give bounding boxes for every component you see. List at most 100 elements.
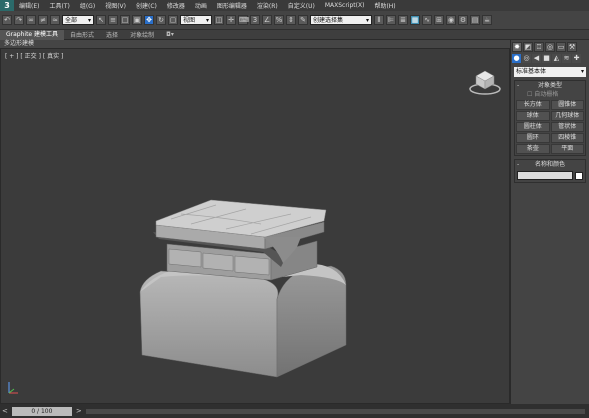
menu-edit[interactable]: 编辑(E) <box>14 1 44 10</box>
timeline-prev-icon[interactable]: < <box>2 407 8 415</box>
chevron-down-icon: ▾ <box>580 68 584 75</box>
plane-button[interactable]: 平面 <box>550 144 584 154</box>
modify-tab-icon[interactable]: ◩ <box>523 42 533 52</box>
sphere-button[interactable]: 球体 <box>516 111 550 121</box>
menu-tools[interactable]: 工具(T) <box>44 1 74 10</box>
redo-icon[interactable]: ↷ <box>14 15 24 25</box>
schematic-view-icon[interactable]: ⊞ <box>434 15 444 25</box>
menu-view[interactable]: 视图(V) <box>100 1 131 10</box>
undo-icon[interactable]: ↶ <box>2 15 12 25</box>
hierarchy-tab-icon[interactable]: ♖ <box>534 42 544 52</box>
object-name-input[interactable] <box>517 171 573 180</box>
keyboard-shortcut-icon[interactable]: ⌨ <box>238 15 249 25</box>
timeline-track[interactable] <box>85 408 585 414</box>
cylinder-button[interactable]: 圆柱体 <box>516 122 550 132</box>
helpers-icon[interactable]: ◭ <box>552 54 561 63</box>
spinner-snap-icon[interactable]: ⇕ <box>286 15 296 25</box>
name-color-header[interactable]: - 名称和颜色 <box>515 160 585 169</box>
primitive-buttons: 长方体 圆锥体 球体 几何球体 圆柱体 管状体 圆环 四棱锥 茶壶 平面 <box>515 99 585 155</box>
cameras-icon[interactable]: ■ <box>542 54 551 63</box>
create-tab-icon[interactable]: ✸ <box>512 42 522 52</box>
layer-manager-icon[interactable]: ≣ <box>398 15 408 25</box>
display-tab-icon[interactable]: ▭ <box>556 42 566 52</box>
render-icon[interactable]: ☕ <box>482 15 492 25</box>
spacewarps-icon[interactable]: ≋ <box>562 54 571 63</box>
snap-toggle-icon[interactable]: 3 <box>250 15 260 25</box>
timeline-next-icon[interactable]: > <box>76 407 82 415</box>
category-dropdown[interactable]: 标准基本体 ▾ <box>514 67 586 77</box>
select-object-icon[interactable]: ↖ <box>96 15 106 25</box>
category-value: 标准基本体 <box>516 68 547 75</box>
graphite-tools-icon[interactable]: ▦ <box>410 15 420 25</box>
shapes-icon[interactable]: ◎ <box>522 54 531 63</box>
tab-object-paint[interactable]: 对象绘制 <box>124 30 160 39</box>
object-type-rollout: - 对象类型 ☐ 自动栅格 长方体 圆锥体 球体 几何球体 圆柱体 管状体 圆环 … <box>514 80 586 156</box>
geometry-icon[interactable]: ● <box>512 54 521 63</box>
percent-snap-icon[interactable]: % <box>274 15 284 25</box>
select-rotate-icon[interactable]: ↻ <box>156 15 166 25</box>
viewport-perspective[interactable]: [ + ] [ 正交 ] [ 真实 ] <box>0 48 510 404</box>
object-color-swatch[interactable] <box>575 171 583 180</box>
menu-modifiers[interactable]: 修改器 <box>162 1 190 10</box>
link-icon[interactable]: ∞ <box>26 15 36 25</box>
box-button[interactable]: 长方体 <box>516 100 550 110</box>
systems-icon[interactable]: ✚ <box>572 54 581 63</box>
menu-help[interactable]: 帮助(H) <box>369 1 400 10</box>
time-slider-bar: < 0 / 100 > <box>0 404 589 418</box>
unlink-icon[interactable]: ≠ <box>38 15 48 25</box>
autogrid-checkbox[interactable]: ☐ 自动栅格 <box>515 90 585 99</box>
curve-editor-icon[interactable]: ∿ <box>422 15 432 25</box>
mirror-icon[interactable]: ⫴ <box>374 15 384 25</box>
ribbon-options-icon[interactable]: ◘▾ <box>160 31 180 38</box>
geosphere-button[interactable]: 几何球体 <box>550 111 584 121</box>
reference-coord-value: 视图 <box>183 17 196 24</box>
render-setup-icon[interactable]: ⚙ <box>458 15 468 25</box>
model-pedestal[interactable] <box>1 49 511 405</box>
menu-graph-editors[interactable]: 图形编辑器 <box>212 1 252 10</box>
utilities-tab-icon[interactable]: ⚒ <box>567 42 577 52</box>
lights-icon[interactable]: ◀ <box>532 54 541 63</box>
edit-named-sets-icon[interactable]: ✎ <box>298 15 308 25</box>
tab-selection[interactable]: 选择 <box>100 30 124 39</box>
tab-freeform[interactable]: 自由形式 <box>64 30 100 39</box>
create-category-tabs: ● ◎ ◀ ■ ◭ ≋ ✚ <box>511 53 589 65</box>
rect-selection-icon[interactable]: □ <box>120 15 130 25</box>
selection-filter-value: 全部 <box>65 17 78 24</box>
rendered-frame-icon[interactable]: ▤ <box>470 15 480 25</box>
ribbon-tabs: Graphite 建模工具 自由形式 选择 对象绘制 ◘▾ <box>0 29 589 40</box>
select-move-icon[interactable]: ✥ <box>144 15 154 25</box>
align-icon[interactable]: ⊫ <box>386 15 396 25</box>
menu-rendering[interactable]: 渲染(R) <box>252 1 283 10</box>
angle-snap-icon[interactable]: ∠ <box>262 15 272 25</box>
torus-button[interactable]: 圆环 <box>516 133 550 143</box>
time-slider[interactable]: 0 / 100 <box>11 406 72 416</box>
selection-filter-dropdown[interactable]: 全部 ▾ <box>62 15 94 25</box>
menu-animation[interactable]: 动画 <box>190 1 212 10</box>
autogrid-label: 自动栅格 <box>534 91 559 98</box>
named-selection-value: 创建选择集 <box>313 17 344 24</box>
pivot-center-icon[interactable]: ◫ <box>214 15 224 25</box>
ribbon-panel-label[interactable]: 多边形建模 <box>0 40 510 48</box>
named-selection-dropdown[interactable]: 创建选择集 ▾ <box>310 15 372 25</box>
select-manipulate-icon[interactable]: ✛ <box>226 15 236 25</box>
teapot-button[interactable]: 茶壶 <box>516 144 550 154</box>
name-color-title: 名称和颜色 <box>534 161 565 168</box>
cone-button[interactable]: 圆锥体 <box>550 100 584 110</box>
bind-spacewarp-icon[interactable]: ≈ <box>50 15 60 25</box>
app-logo[interactable]: 3 <box>0 0 14 11</box>
menu-maxscript[interactable]: MAXScript(X) <box>320 2 370 9</box>
menu-customize[interactable]: 自定义(U) <box>283 1 320 10</box>
window-crossing-icon[interactable]: ▣ <box>132 15 142 25</box>
motion-tab-icon[interactable]: ◎ <box>545 42 555 52</box>
select-scale-icon[interactable]: ▢ <box>168 15 178 25</box>
menu-create[interactable]: 创建(C) <box>131 1 162 10</box>
menu-group[interactable]: 组(G) <box>75 1 100 10</box>
tab-graphite[interactable]: Graphite 建模工具 <box>0 29 65 40</box>
reference-coord-dropdown[interactable]: 视图 ▾ <box>180 15 212 25</box>
select-by-name-icon[interactable]: ≡ <box>108 15 118 25</box>
axis-tripod-icon <box>8 382 18 394</box>
tube-button[interactable]: 管状体 <box>550 122 584 132</box>
object-type-header[interactable]: - 对象类型 <box>515 81 585 90</box>
material-editor-icon[interactable]: ◉ <box>446 15 456 25</box>
pyramid-button[interactable]: 四棱锥 <box>550 133 584 143</box>
